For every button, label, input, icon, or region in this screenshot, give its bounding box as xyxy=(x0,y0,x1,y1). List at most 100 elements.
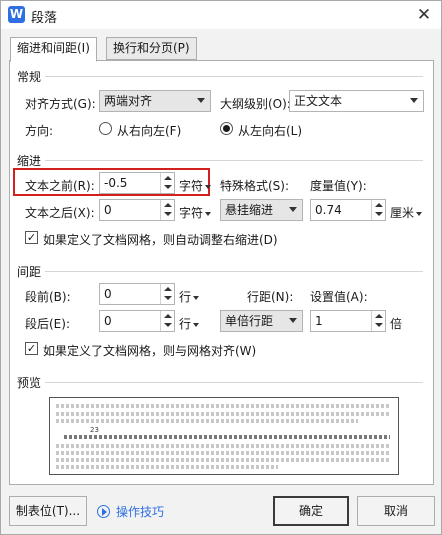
alignment-value: 两端对齐 xyxy=(104,94,153,108)
line-spacing-select[interactable]: 单倍行距 xyxy=(220,310,303,332)
divider xyxy=(45,76,423,77)
indent-before-input[interactable]: -0.5 xyxy=(99,172,175,194)
spinner[interactable] xyxy=(371,200,385,220)
chevron-down-icon xyxy=(193,322,200,327)
spinner[interactable] xyxy=(160,200,174,220)
chevron-down-icon xyxy=(289,318,297,323)
dialog-title: 段落 xyxy=(31,11,58,26)
tab-indent-spacing[interactable]: 缩进和间距(I) xyxy=(10,37,97,62)
chevron-down-icon xyxy=(193,295,200,300)
space-before-unit-label: 行 xyxy=(179,290,192,304)
measure-label: 度量值(Y): xyxy=(310,179,367,193)
spinner[interactable] xyxy=(160,311,174,331)
chevron-down-icon xyxy=(197,98,205,103)
paragraph-preview: 23 xyxy=(49,397,399,475)
indent-after-input[interactable]: 0 xyxy=(99,199,175,221)
indent-before-unit-label: 字符 xyxy=(179,179,204,193)
indent-after-label: 文本之后(X): xyxy=(25,206,95,220)
measure-unit[interactable]: 厘米 xyxy=(390,204,423,221)
divider xyxy=(45,382,423,383)
indent-before-value: -0.5 xyxy=(104,176,128,190)
spinner[interactable] xyxy=(160,173,174,193)
set-value-value: 1 xyxy=(315,314,323,328)
space-before-label: 段前(B): xyxy=(25,290,71,304)
indent-grid-checkbox[interactable]: ✓ xyxy=(25,231,38,244)
tab-stops-button[interactable]: 制表位(T)... xyxy=(9,496,87,526)
tips-link[interactable]: 操作技巧 xyxy=(97,503,164,520)
ltr-radio[interactable] xyxy=(220,122,233,135)
divider xyxy=(45,160,423,161)
preview-line xyxy=(56,412,390,416)
set-value-label: 设置值(A): xyxy=(310,290,368,304)
set-value-input[interactable]: 1 xyxy=(310,310,386,332)
chevron-down-icon xyxy=(410,98,418,103)
preview-line xyxy=(56,458,390,462)
chevron-down-icon xyxy=(205,211,212,216)
line-spacing-label: 行距(N): xyxy=(247,290,294,304)
special-format-value: 悬挂缩进 xyxy=(225,203,274,217)
line-spacing-value: 单倍行距 xyxy=(225,314,274,328)
rtl-radio[interactable] xyxy=(99,122,112,135)
outline-level-label: 大纲级别(O): xyxy=(220,97,291,111)
alignment-select[interactable]: 两端对齐 xyxy=(99,90,211,112)
space-after-input[interactable]: 0 xyxy=(99,310,175,332)
spin-up-icon[interactable] xyxy=(164,314,172,318)
spin-up-icon[interactable] xyxy=(375,314,383,318)
spin-down-icon[interactable] xyxy=(375,212,383,216)
preview-line xyxy=(56,465,278,469)
divider xyxy=(45,271,423,272)
direction-label: 方向: xyxy=(25,124,54,138)
outline-level-value: 正文文本 xyxy=(294,94,343,108)
section-spacing-title: 间距 xyxy=(17,265,42,279)
measure-input[interactable]: 0.74 xyxy=(310,199,386,221)
indent-before-unit[interactable]: 字符 xyxy=(179,177,212,194)
spin-up-icon[interactable] xyxy=(164,287,172,291)
indent-after-value: 0 xyxy=(104,203,112,217)
chevron-down-icon xyxy=(289,207,297,212)
cancel-button[interactable]: 取消 xyxy=(357,496,435,526)
preview-sample-number: 23 xyxy=(90,426,99,434)
indent-grid-label: 如果定义了文档网格，则自动调整右缩进(D) xyxy=(43,233,278,247)
ok-label: 确定 xyxy=(298,504,323,518)
section-general-title: 常规 xyxy=(17,70,42,84)
preview-line xyxy=(64,435,390,439)
ok-button[interactable]: 确定 xyxy=(273,496,349,526)
indent-after-unit-label: 字符 xyxy=(179,206,204,220)
spin-up-icon[interactable] xyxy=(164,176,172,180)
spin-up-icon[interactable] xyxy=(375,203,383,207)
spinner[interactable] xyxy=(160,284,174,304)
tab-label: 换行和分页(P) xyxy=(113,41,190,55)
spin-down-icon[interactable] xyxy=(164,212,172,216)
close-icon[interactable]: ✕ xyxy=(413,4,435,26)
section-preview-title: 预览 xyxy=(17,376,42,390)
spin-down-icon[interactable] xyxy=(164,323,172,327)
spinner[interactable] xyxy=(371,311,385,331)
spin-down-icon[interactable] xyxy=(164,296,172,300)
outline-level-select[interactable]: 正文文本 xyxy=(289,90,424,112)
space-after-unit[interactable]: 行 xyxy=(179,315,200,332)
spacing-grid-checkbox[interactable]: ✓ xyxy=(25,342,38,355)
space-before-input[interactable]: 0 xyxy=(99,283,175,305)
measure-unit-label: 厘米 xyxy=(390,206,415,220)
special-format-label: 特殊格式(S): xyxy=(220,179,290,193)
tab-line-page-breaks[interactable]: 换行和分页(P) xyxy=(106,37,197,60)
preview-line xyxy=(56,404,390,408)
chevron-down-icon xyxy=(205,184,212,189)
space-after-label: 段后(E): xyxy=(25,317,70,331)
set-value-unit: 倍 xyxy=(390,317,403,331)
ltr-label: 从左向右(L) xyxy=(238,124,303,138)
cancel-label: 取消 xyxy=(383,504,408,518)
space-after-value: 0 xyxy=(104,314,112,328)
title-bar: W 段落 ✕ xyxy=(1,1,441,29)
spin-up-icon[interactable] xyxy=(164,203,172,207)
spin-down-icon[interactable] xyxy=(164,185,172,189)
preview-line xyxy=(56,451,390,455)
preview-line xyxy=(56,419,358,423)
space-before-unit[interactable]: 行 xyxy=(179,288,200,305)
special-format-select[interactable]: 悬挂缩进 xyxy=(220,199,303,221)
rtl-label: 从右向左(F) xyxy=(117,124,182,138)
spin-down-icon[interactable] xyxy=(375,323,383,327)
tab-label: 缩进和间距(I) xyxy=(17,41,90,55)
indent-after-unit[interactable]: 字符 xyxy=(179,204,212,221)
spacing-grid-label: 如果定义了文档网格，则与网格对齐(W) xyxy=(43,344,257,358)
